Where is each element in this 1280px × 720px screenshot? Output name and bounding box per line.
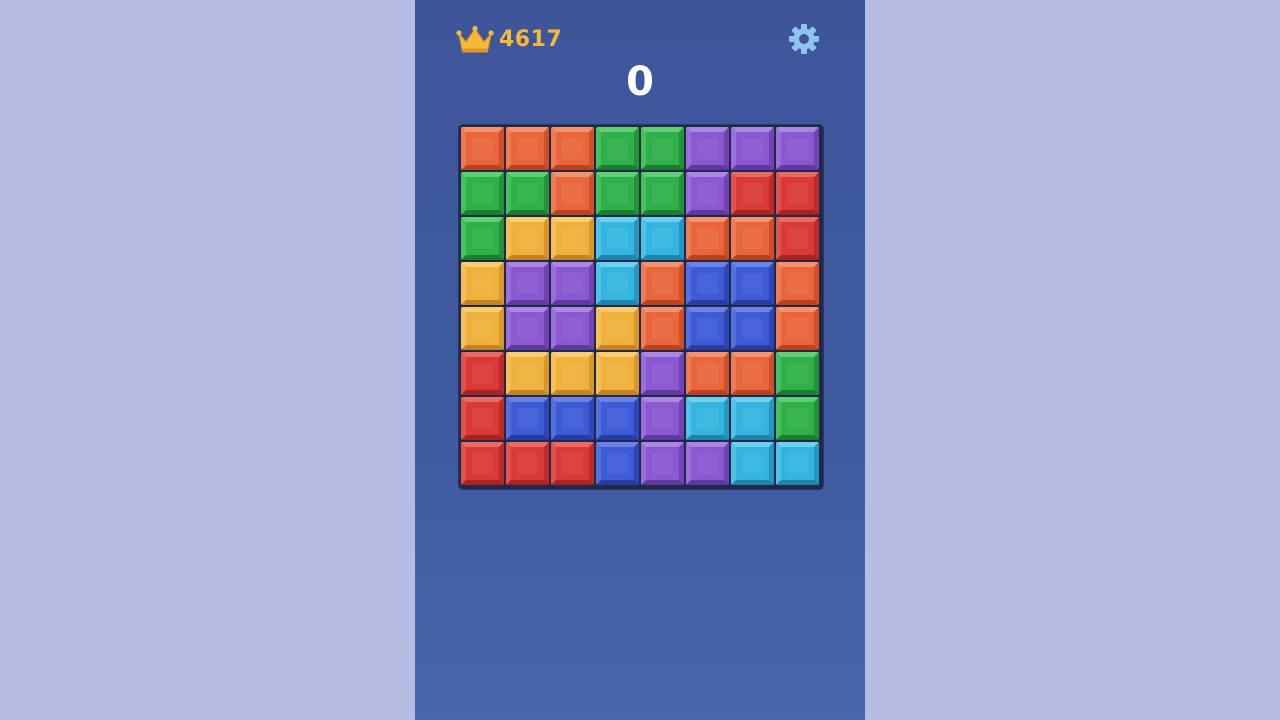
block-yellow[interactable]	[596, 352, 639, 395]
block-green[interactable]	[461, 172, 504, 215]
block-purple[interactable]	[551, 307, 594, 350]
block-yellow[interactable]	[551, 352, 594, 395]
best-score-display: 4617	[455, 22, 562, 56]
block-orange[interactable]	[641, 307, 684, 350]
block-green[interactable]	[641, 172, 684, 215]
block-cyan[interactable]	[596, 262, 639, 305]
block-yellow[interactable]	[506, 217, 549, 260]
block-purple[interactable]	[731, 127, 774, 170]
block-green[interactable]	[506, 172, 549, 215]
block-red[interactable]	[731, 172, 774, 215]
block-red[interactable]	[461, 352, 504, 395]
block-orange[interactable]	[551, 127, 594, 170]
block-cyan[interactable]	[731, 442, 774, 485]
block-purple[interactable]	[686, 127, 729, 170]
block-blue[interactable]	[686, 307, 729, 350]
block-orange[interactable]	[686, 352, 729, 395]
block-blue[interactable]	[506, 397, 549, 440]
block-purple[interactable]	[641, 442, 684, 485]
block-green[interactable]	[461, 217, 504, 260]
block-green[interactable]	[596, 127, 639, 170]
block-orange[interactable]	[641, 262, 684, 305]
block-orange[interactable]	[776, 307, 819, 350]
current-score: 0	[626, 59, 654, 105]
game-board	[459, 125, 823, 489]
block-orange[interactable]	[731, 217, 774, 260]
best-score-value: 4617	[499, 26, 563, 52]
block-blue[interactable]	[596, 442, 639, 485]
block-purple[interactable]	[551, 262, 594, 305]
block-red[interactable]	[776, 172, 819, 215]
block-orange[interactable]	[461, 127, 504, 170]
block-purple[interactable]	[686, 442, 729, 485]
block-orange[interactable]	[731, 352, 774, 395]
block-green[interactable]	[776, 352, 819, 395]
game-screen: 4617 0	[415, 0, 865, 720]
block-green[interactable]	[641, 127, 684, 170]
block-yellow[interactable]	[551, 217, 594, 260]
block-blue[interactable]	[551, 397, 594, 440]
block-yellow[interactable]	[506, 352, 549, 395]
block-orange[interactable]	[506, 127, 549, 170]
block-orange[interactable]	[551, 172, 594, 215]
block-purple[interactable]	[506, 262, 549, 305]
block-purple[interactable]	[506, 307, 549, 350]
block-cyan[interactable]	[641, 217, 684, 260]
block-orange[interactable]	[776, 262, 819, 305]
block-purple[interactable]	[776, 127, 819, 170]
block-yellow[interactable]	[461, 262, 504, 305]
block-cyan[interactable]	[776, 442, 819, 485]
block-orange[interactable]	[686, 217, 729, 260]
block-green[interactable]	[776, 397, 819, 440]
block-cyan[interactable]	[596, 217, 639, 260]
settings-button[interactable]	[786, 21, 822, 57]
block-green[interactable]	[596, 172, 639, 215]
block-red[interactable]	[776, 217, 819, 260]
block-red[interactable]	[461, 442, 504, 485]
gear-icon	[789, 24, 819, 54]
block-blue[interactable]	[731, 262, 774, 305]
block-blue[interactable]	[686, 262, 729, 305]
block-yellow[interactable]	[596, 307, 639, 350]
block-purple[interactable]	[641, 397, 684, 440]
block-yellow[interactable]	[461, 307, 504, 350]
crown-icon	[456, 25, 494, 53]
block-red[interactable]	[506, 442, 549, 485]
block-red[interactable]	[551, 442, 594, 485]
block-grid	[461, 127, 821, 487]
block-purple[interactable]	[641, 352, 684, 395]
block-cyan[interactable]	[731, 397, 774, 440]
block-cyan[interactable]	[686, 397, 729, 440]
block-red[interactable]	[461, 397, 504, 440]
block-blue[interactable]	[731, 307, 774, 350]
block-purple[interactable]	[686, 172, 729, 215]
block-blue[interactable]	[596, 397, 639, 440]
